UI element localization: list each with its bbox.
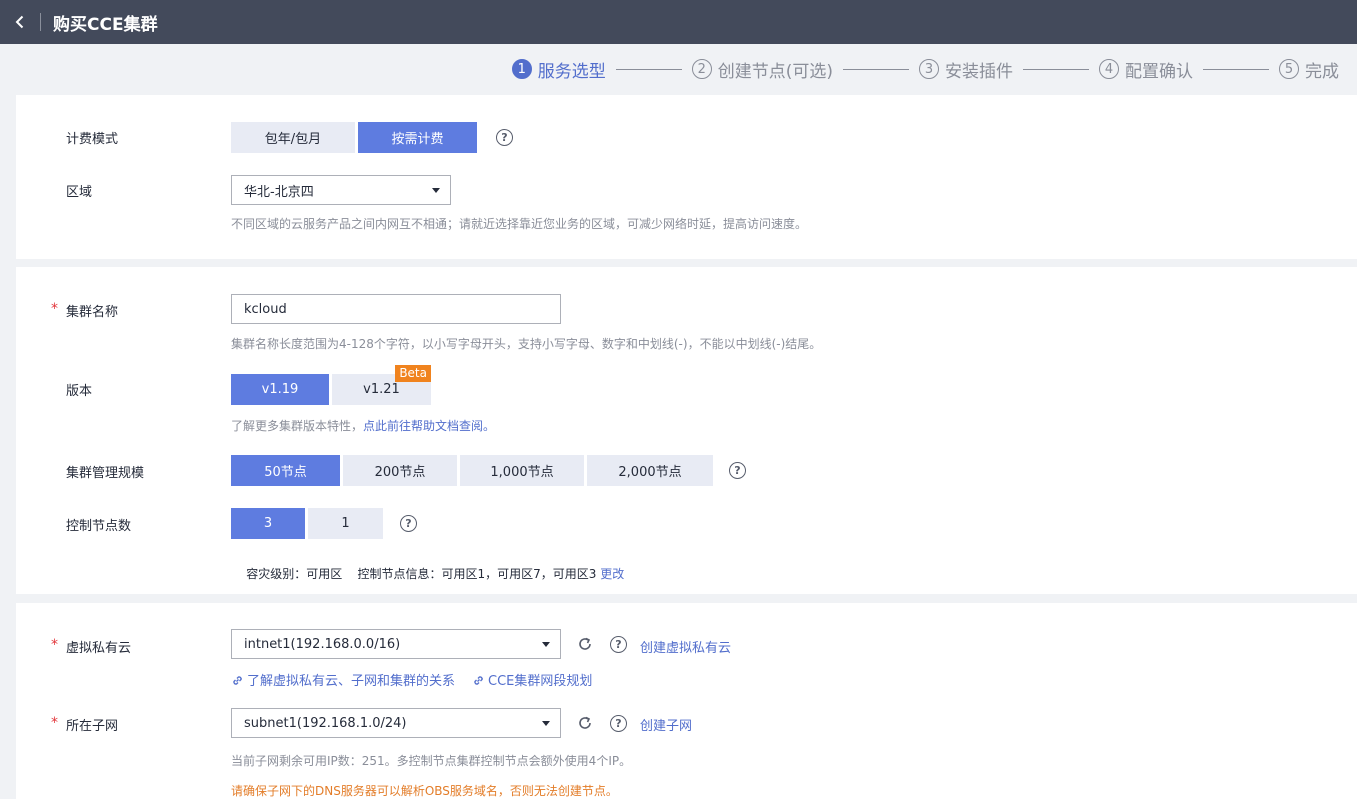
vpc-relation-link[interactable]: 了解虚拟私有云、子网和集群的关系 xyxy=(231,670,455,689)
billing-help-icon[interactable]: ? xyxy=(496,129,513,146)
step-indicator: 1 服务选型 2 创建节点(可选) 3 安装插件 4 配置确认 5 完成 xyxy=(512,56,1339,82)
required-asterisk: * xyxy=(51,715,58,731)
step-3: 3 安装插件 xyxy=(919,57,1013,82)
scale-selector: 50节点 200节点 1,000节点 2,000节点 xyxy=(231,455,716,486)
cluster-name-input[interactable] xyxy=(231,294,561,324)
chevron-left-icon xyxy=(13,15,27,29)
vpc-select[interactable]: intnet1(192.168.0.0/16) xyxy=(231,629,561,659)
masters-option-3[interactable]: 3 xyxy=(231,508,305,539)
create-subnet-link[interactable]: 创建子网 xyxy=(640,715,692,734)
region-select[interactable]: 华北-北京四 xyxy=(231,175,451,205)
step-number: 1 xyxy=(512,59,532,79)
vpc-label: * 虚拟私有云 xyxy=(66,637,131,656)
subnet-hint: 当前子网剩余可用IP数：251。多控制节点集群控制节点会额外使用4个IP。 xyxy=(231,752,631,769)
version-selector: v1.19 v1.21 Beta xyxy=(231,374,434,405)
subnet-value: subnet1(192.168.1.0/24) xyxy=(244,716,407,731)
vpc-refresh-icon[interactable] xyxy=(577,636,593,652)
step-5: 5 完成 xyxy=(1279,57,1339,82)
title-divider xyxy=(40,13,41,31)
link-icon xyxy=(231,674,244,687)
version-option-v119[interactable]: v1.19 xyxy=(231,374,329,405)
step-number: 3 xyxy=(919,59,939,79)
step-number: 2 xyxy=(692,59,712,79)
required-asterisk: * xyxy=(51,637,58,653)
version-option-label: v1.21 xyxy=(363,382,400,397)
subnet-label: * 所在子网 xyxy=(66,715,118,734)
step-1: 1 服务选型 xyxy=(512,57,606,82)
version-label: 版本 xyxy=(66,380,92,399)
vpc-relation-link-text: 了解虚拟私有云、子网和集群的关系 xyxy=(247,674,455,689)
scale-label: 集群管理规模 xyxy=(66,462,144,481)
billing-option-on-demand[interactable]: 按需计费 xyxy=(358,122,477,153)
step-connector xyxy=(1023,69,1089,70)
masters-help-icon[interactable]: ? xyxy=(400,515,417,532)
masters-selector: 3 1 xyxy=(231,508,386,539)
network-card: * 虚拟私有云 intnet1(192.168.0.0/16) ? 创建虚拟私有… xyxy=(16,603,1357,799)
masters-change-link[interactable]: 更改 xyxy=(600,567,624,581)
scale-option-2000[interactable]: 2,000节点 xyxy=(587,455,713,486)
scale-option-200[interactable]: 200节点 xyxy=(343,455,457,486)
step-label: 完成 xyxy=(1305,57,1339,82)
billing-label: 计费模式 xyxy=(66,128,118,147)
step-label: 配置确认 xyxy=(1125,57,1193,82)
cluster-name-label-text: 集群名称 xyxy=(66,305,118,320)
version-hint-text: 了解更多集群版本特性， xyxy=(231,419,363,433)
cce-network-plan-link-text: CCE集群网段规划 xyxy=(488,674,592,689)
billing-region-card: 计费模式 包年/包月 按需计费 ? 区域 华北-北京四 不同区域的云服务产品之间… xyxy=(16,95,1357,259)
subnet-refresh-icon[interactable] xyxy=(577,715,593,731)
region-value: 华北-北京四 xyxy=(244,181,314,200)
step-2: 2 创建节点(可选) xyxy=(692,57,833,82)
version-option-v121[interactable]: v1.21 Beta xyxy=(332,374,431,405)
step-label: 安装插件 xyxy=(945,57,1013,82)
scale-option-50[interactable]: 50节点 xyxy=(231,455,340,486)
version-help-link[interactable]: 点此前往帮助文档查阅。 xyxy=(363,419,495,433)
page-title: 购买CCE集群 xyxy=(53,10,158,35)
cluster-config-card: * 集群名称 集群名称长度范围为4-128个字符，以小写字母开头，支持小写字母、… xyxy=(16,267,1357,594)
step-connector xyxy=(1203,69,1269,70)
step-connector xyxy=(843,69,909,70)
vpc-help-icon[interactable]: ? xyxy=(610,636,627,653)
cce-network-plan-link[interactable]: CCE集群网段规划 xyxy=(472,670,592,689)
scale-option-1000[interactable]: 1,000节点 xyxy=(460,455,584,486)
masters-info: 容灾级别：可用区 控制节点信息：可用区1，可用区7，可用区3 更改 xyxy=(231,551,624,596)
step-label: 创建节点(可选) xyxy=(718,57,833,82)
cluster-name-label: * 集群名称 xyxy=(66,301,118,320)
caret-down-icon xyxy=(542,642,550,647)
masters-label: 控制节点数 xyxy=(66,515,131,534)
region-hint: 不同区域的云服务产品之间内网互不相通；请就近选择靠近您业务的区域，可减少网络时延… xyxy=(231,215,807,232)
step-connector xyxy=(616,69,682,70)
step-4: 4 配置确认 xyxy=(1099,57,1193,82)
create-vpc-link[interactable]: 创建虚拟私有云 xyxy=(640,637,731,656)
caret-down-icon xyxy=(432,188,440,193)
vpc-label-text: 虚拟私有云 xyxy=(66,641,131,656)
billing-mode-selector: 包年/包月 按需计费 xyxy=(231,122,480,153)
link-icon xyxy=(472,674,485,687)
beta-badge: Beta xyxy=(395,365,431,382)
caret-down-icon xyxy=(542,721,550,726)
billing-option-yearly[interactable]: 包年/包月 xyxy=(231,122,355,153)
subnet-select[interactable]: subnet1(192.168.1.0/24) xyxy=(231,708,561,738)
step-label: 服务选型 xyxy=(538,57,606,82)
cluster-name-hint: 集群名称长度范围为4-128个字符，以小写字母开头，支持小写字母、数字和中划线(… xyxy=(231,335,821,352)
vpc-value: intnet1(192.168.0.0/16) xyxy=(244,637,400,652)
subnet-dns-warning: 请确保子网下的DNS服务器可以解析OBS服务域名，否则无法创建节点。 xyxy=(231,782,618,799)
top-bar: 购买CCE集群 xyxy=(0,0,1357,44)
region-label: 区域 xyxy=(66,181,92,200)
required-asterisk: * xyxy=(51,301,58,317)
step-number: 5 xyxy=(1279,59,1299,79)
step-number: 4 xyxy=(1099,59,1119,79)
subnet-help-icon[interactable]: ? xyxy=(610,715,627,732)
masters-info-text: 容灾级别：可用区 控制节点信息：可用区1，可用区7，可用区3 xyxy=(246,567,596,581)
version-hint: 了解更多集群版本特性，点此前往帮助文档查阅。 xyxy=(231,417,495,434)
back-button[interactable] xyxy=(0,0,40,44)
masters-option-1[interactable]: 1 xyxy=(308,508,383,539)
subnet-label-text: 所在子网 xyxy=(66,719,118,734)
scale-help-icon[interactable]: ? xyxy=(729,462,746,479)
